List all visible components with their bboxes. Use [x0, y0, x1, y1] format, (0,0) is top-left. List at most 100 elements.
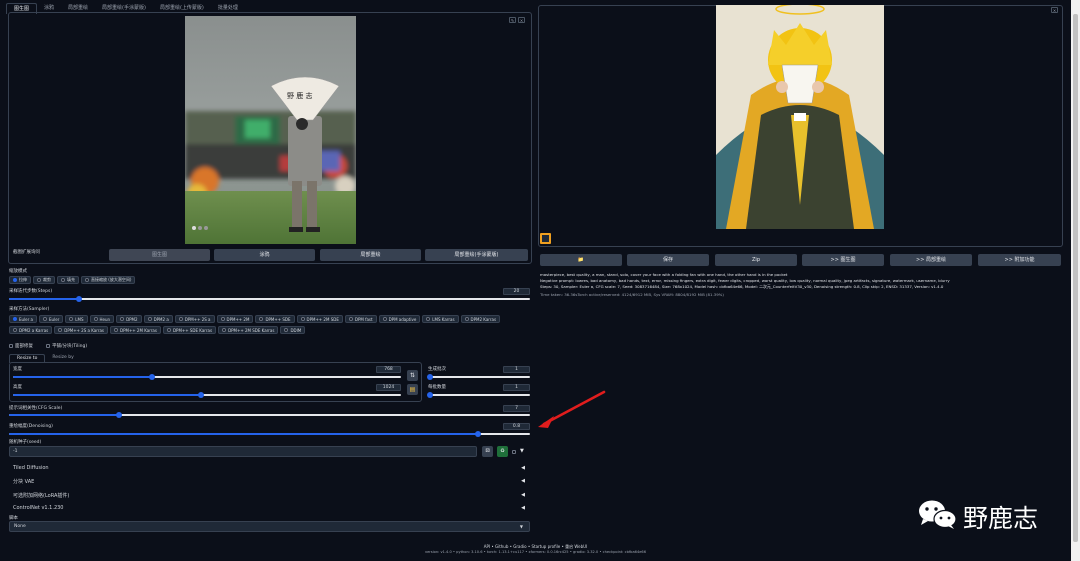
- sampler-option[interactable]: DPM++ 2S a: [174, 315, 215, 323]
- footer-versions: version: v1.4.0 • python: 3.10.6 • torch…: [424, 550, 647, 554]
- copy-to-inpaint-button[interactable]: 局部重绘: [320, 249, 421, 261]
- sampler-option[interactable]: DPM adaptive: [378, 315, 421, 323]
- sampler-option[interactable]: DPM++ 2S a Karras: [54, 326, 109, 334]
- svg-text:野 鹿 志: 野 鹿 志: [287, 91, 312, 100]
- resize-mode-crop[interactable]: 裁剪: [33, 276, 55, 284]
- sampler-option[interactable]: Heun: [89, 315, 115, 323]
- batch-size-input[interactable]: 1: [503, 384, 530, 391]
- seed-label: 随机种子(seed): [9, 440, 42, 445]
- extra-seed-checkbox[interactable]: [512, 450, 516, 454]
- accordion-additional-networks[interactable]: 可选附加网络(LoRA插件) ◀: [9, 490, 529, 501]
- send-to-img2img-button[interactable]: >> 图生图: [802, 254, 884, 266]
- batch-size-label: 每批数量: [428, 385, 446, 390]
- resize-mode-stretch[interactable]: 拉伸: [9, 276, 31, 284]
- watermark-text: 野鹿志: [963, 504, 1039, 533]
- resize-mode-label: 缩放模式: [9, 269, 27, 274]
- batch-count-slider[interactable]: [427, 374, 530, 380]
- watermark: 野鹿志: [917, 496, 1057, 533]
- input-photo[interactable]: 野 鹿 志: [185, 16, 356, 244]
- height-input[interactable]: 1024: [376, 384, 401, 391]
- triangle-left-icon: ◀: [521, 505, 525, 511]
- sampler-euler-a[interactable]: Euler a: [9, 315, 38, 323]
- generation-info: masterpiece, best quality, a man, stand,…: [540, 272, 1060, 298]
- resize-mode-fill[interactable]: 填充: [57, 276, 79, 284]
- scrollbar-thumb[interactable]: [1073, 14, 1078, 542]
- save-icon[interactable]: [540, 233, 551, 244]
- sampler-option[interactable]: DPM++ 2M SDE: [296, 315, 343, 323]
- random-seed-icon[interactable]: ⚄: [482, 446, 493, 457]
- folder-icon: 📁: [577, 257, 585, 263]
- triangle-down-icon[interactable]: ▼: [520, 448, 524, 454]
- sampler-option[interactable]: DPM2 a Karras: [9, 326, 53, 334]
- sampler-group: Euler a Euler LMS Heun DPM2 DPM2 a DPM++…: [9, 315, 533, 337]
- width-input[interactable]: 768: [376, 366, 401, 373]
- sampler-option[interactable]: DPM++ 2M SDE Karras: [218, 326, 279, 334]
- send-to-extras-button[interactable]: >> 附加功能: [978, 254, 1061, 266]
- time-taken: Time taken: 36.36sTorch active/reserved:…: [540, 292, 724, 297]
- sampler-option[interactable]: DPM2 a: [143, 315, 173, 323]
- sampler-option[interactable]: DDIM: [280, 326, 306, 334]
- close-icon[interactable]: ×: [518, 17, 525, 23]
- triangle-left-icon: ◀: [521, 478, 525, 484]
- triangle-left-icon: ◀: [521, 465, 525, 471]
- denoise-label: 重绘幅度(Denoising): [9, 424, 53, 429]
- scrollbar-track[interactable]: [1071, 0, 1080, 561]
- height-label: 高度: [13, 385, 22, 390]
- zip-button[interactable]: Zip: [715, 254, 797, 266]
- copy-to-img2img-button[interactable]: 图生图: [109, 249, 210, 261]
- sampler-option[interactable]: DPM++ SDE Karras: [162, 326, 217, 334]
- batch-count-label: 生成批次: [428, 367, 446, 372]
- seed-input[interactable]: -1: [9, 446, 477, 457]
- sampler-option[interactable]: Euler: [39, 315, 64, 323]
- sampler-option[interactable]: LMS Karras: [422, 315, 459, 323]
- sampler-option[interactable]: DPM2: [116, 315, 142, 323]
- size-panel: [9, 362, 422, 402]
- steps-label: 采样迭代步数(Steps): [9, 289, 53, 294]
- sampler-option[interactable]: DPM fast: [344, 315, 377, 323]
- batch-count-input[interactable]: 1: [503, 366, 530, 373]
- accordion-controlnet[interactable]: ControlNet v1.1.230 ◀: [9, 503, 529, 514]
- restore-faces-checkbox[interactable]: 面部修复: [9, 343, 33, 349]
- aspect-lock-icon[interactable]: ▤: [407, 384, 418, 395]
- script-select[interactable]: None ▼: [9, 521, 530, 532]
- wechat-icon: [919, 500, 957, 529]
- cfg-label: 提示词相关性(CFG Scale): [9, 406, 63, 411]
- sampler-option[interactable]: DPM++ SDE: [255, 315, 295, 323]
- interrogate-label: 截图扩展询问: [13, 250, 40, 255]
- swap-dimensions-icon[interactable]: ⇅: [407, 370, 418, 381]
- accordion-tiled-diffusion[interactable]: Tiled Diffusion ◀: [9, 463, 529, 474]
- chevron-down-icon: ▼: [519, 524, 523, 529]
- sampler-option[interactable]: DPM++ 2M: [216, 315, 254, 323]
- accordion-tiled-vae[interactable]: 分块 VAE ◀: [9, 476, 529, 487]
- reuse-seed-icon[interactable]: ♻: [497, 446, 508, 457]
- steps-input[interactable]: 20: [503, 288, 530, 295]
- info-params: Steps: 30, Sampler: Euler a, CFG scale: …: [540, 284, 944, 289]
- open-folder-button[interactable]: 📁: [540, 254, 622, 266]
- resize-mode-group: 拉伸 裁剪 填充 直接缩放 (放大潜空间): [9, 276, 137, 287]
- resize-mode-latent[interactable]: 直接缩放 (放大潜空间): [81, 276, 136, 284]
- denoise-slider[interactable]: [9, 431, 530, 437]
- tiling-checkbox[interactable]: 平铺/分块(Tiling): [46, 343, 87, 349]
- copy-to-inpaint-sketch-button[interactable]: 局部重绘(手涂蒙版): [425, 249, 528, 261]
- batch-size-slider[interactable]: [427, 392, 530, 398]
- steps-slider[interactable]: [9, 296, 530, 302]
- output-image[interactable]: [716, 5, 884, 229]
- sampler-option[interactable]: LMS: [65, 315, 88, 323]
- webui-img2img: 图生图 涂鸦 局部重绘 局部重绘(手涂蒙版) 局部重绘(上传蒙版) 批量处理 ✎…: [0, 0, 1080, 561]
- sampler-label: 采样方法(Sampler): [9, 307, 50, 312]
- sampler-option[interactable]: DPM++ 2M Karras: [110, 326, 161, 334]
- width-label: 宽度: [13, 367, 22, 372]
- cfg-input[interactable]: 7: [503, 405, 530, 412]
- send-to-inpaint-button[interactable]: >> 局部重绘: [890, 254, 972, 266]
- width-slider[interactable]: [13, 374, 401, 380]
- annotation-arrow: [538, 390, 606, 428]
- close-icon[interactable]: ×: [1051, 7, 1058, 13]
- denoise-input[interactable]: 0.8: [503, 423, 530, 430]
- edit-icon[interactable]: ✎: [509, 17, 516, 23]
- height-slider[interactable]: [13, 392, 401, 398]
- cfg-slider[interactable]: [9, 412, 530, 418]
- triangle-left-icon: ◀: [521, 492, 525, 498]
- save-button[interactable]: 保存: [627, 254, 709, 266]
- sampler-option[interactable]: DPM2 Karras: [460, 315, 501, 323]
- copy-to-sketch-button[interactable]: 涂鸦: [214, 249, 315, 261]
